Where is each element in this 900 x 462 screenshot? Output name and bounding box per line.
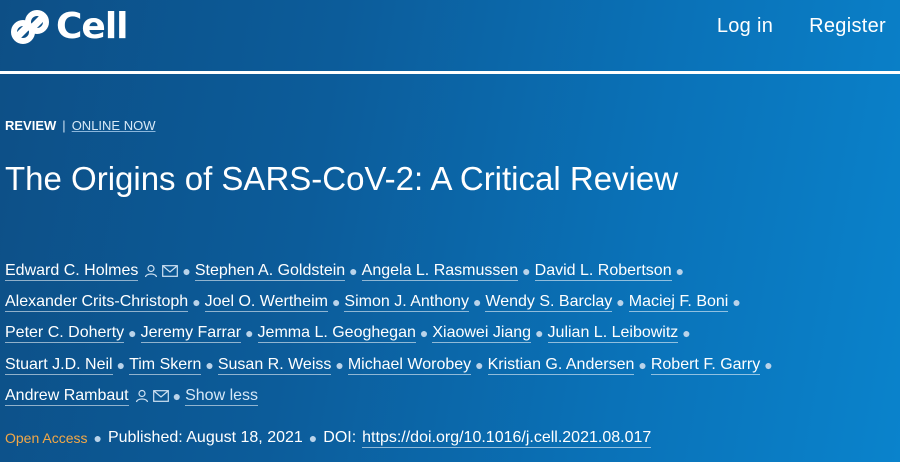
separator-dot: ● — [192, 293, 201, 310]
author-link[interactable]: Andrew Rambaut — [5, 386, 129, 406]
separator-dot: ● — [475, 356, 484, 373]
cell-logo-icon — [11, 10, 49, 44]
separator-dot: ● — [616, 293, 625, 310]
published-date: Published: August 18, 2021 — [107, 429, 303, 446]
author-line: Andrew Rambaut ● Show less — [5, 380, 895, 411]
author-link[interactable]: Stephen A. Goldstein — [194, 261, 346, 281]
article-type-bar: REVIEW | ONLINE NOW — [5, 117, 155, 135]
site-header: Cell Log in Register — [0, 0, 900, 71]
register-link[interactable]: Register — [809, 12, 886, 40]
separator-dot: ● — [205, 356, 214, 373]
author-link[interactable]: Kristian G. Andersen — [487, 355, 635, 375]
author-link[interactable]: Peter C. Doherty — [5, 323, 125, 344]
author-line: Edward C. Holmes ● Stephen A. Goldstein … — [5, 255, 895, 286]
article-title: The Origins of SARS-CoV-2: A Critical Re… — [5, 160, 679, 197]
doi-link[interactable]: https://doi.org/10.1016/j.cell.2021.08.0… — [362, 428, 652, 448]
separator-dot: ● — [638, 356, 647, 373]
separator-dot: ● — [675, 262, 685, 279]
separator-dot: ● — [331, 293, 341, 310]
separator-dot: ● — [349, 262, 358, 279]
author-list: Edward C. Holmes ● Stephen A. Goldstein … — [5, 255, 895, 411]
logo-text: Cell — [56, 6, 129, 47]
separator-dot: ● — [308, 430, 318, 446]
publication-info: Open Access ● Published: August 18, 2021… — [5, 428, 652, 448]
author-link[interactable]: Jemma L. Geoghegan — [257, 323, 416, 344]
cell-logo[interactable]: Cell — [10, 5, 129, 49]
open-access-badge: Open Access — [5, 430, 88, 446]
separator-dot: ● — [682, 325, 691, 342]
separator-dot: ● — [522, 262, 531, 279]
author-line: Peter C. Doherty ● Jeremy Farrar ● Jemma… — [5, 318, 895, 349]
author-link[interactable]: Stuart J.D. Neil — [5, 355, 113, 375]
separator-dot: ● — [182, 262, 191, 279]
separator-dot: ● — [93, 430, 102, 446]
separator-dot: ● — [335, 356, 344, 373]
separator-dot: ● — [245, 325, 254, 342]
author-link[interactable]: Julian L. Leibowitz — [547, 323, 679, 344]
mail-icon[interactable] — [152, 389, 169, 402]
separator-dot: ● — [472, 293, 482, 310]
author-link[interactable]: Jeremy Farrar — [140, 323, 242, 344]
author-link[interactable]: Angela L. Rasmussen — [361, 261, 519, 281]
separator-dot: ● — [732, 293, 741, 310]
separator-dot: ● — [419, 325, 429, 342]
mail-icon[interactable] — [162, 264, 179, 277]
author-link[interactable]: Xiaowei Jiang — [432, 323, 532, 344]
type-separator: | — [62, 118, 66, 133]
header-divider — [0, 71, 900, 74]
author-link[interactable]: Wendy S. Barclay — [485, 292, 613, 312]
online-now-link[interactable]: ONLINE NOW — [72, 117, 156, 135]
author-link[interactable]: Maciej F. Boni — [628, 292, 729, 312]
show-less-link[interactable]: Show less — [185, 386, 259, 406]
author-link[interactable]: Alexander Crits-Christoph — [5, 292, 189, 312]
article-type: REVIEW — [5, 118, 57, 133]
author-link[interactable]: Simon J. Anthony — [344, 292, 469, 312]
header-nav: Log in Register — [717, 12, 886, 40]
author-line: Alexander Crits-Christoph ● Joel O. Wert… — [5, 286, 895, 317]
author-link[interactable]: David L. Robertson — [534, 261, 672, 281]
separator-dot: ● — [764, 356, 773, 373]
separator-dot: ● — [535, 325, 544, 342]
doi-label: DOI: — [323, 429, 357, 446]
author-line: Stuart J.D. Neil ● Tim Skern ● Susan R. … — [5, 349, 895, 380]
author-link[interactable]: Michael Worobey — [347, 355, 472, 375]
author-link[interactable]: Joel O. Wertheim — [204, 292, 328, 312]
separator-dot: ● — [116, 356, 126, 373]
separator-dot: ● — [128, 325, 137, 342]
author-link[interactable]: Susan R. Weiss — [217, 355, 332, 375]
author-link[interactable]: Robert F. Garry — [650, 355, 761, 375]
author-link[interactable]: Edward C. Holmes — [5, 261, 139, 281]
login-link[interactable]: Log in — [717, 12, 773, 40]
author-link[interactable]: Tim Skern — [129, 355, 202, 375]
person-icon[interactable] — [144, 264, 158, 278]
person-icon[interactable] — [135, 389, 149, 403]
separator-dot: ● — [172, 387, 182, 404]
